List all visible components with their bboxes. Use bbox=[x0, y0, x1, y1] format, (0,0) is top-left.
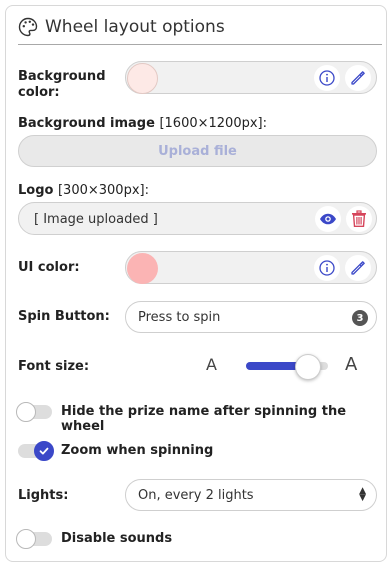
panel-header: Wheel layout options bbox=[18, 15, 382, 45]
disable-sounds-toggle-knob bbox=[16, 529, 36, 549]
font-size-label: Font size: bbox=[18, 359, 90, 374]
zoom-toggle-knob bbox=[34, 441, 54, 461]
background-color-edit-button[interactable] bbox=[345, 65, 371, 91]
hide-prize-label: Hide the prize name after spinning the w… bbox=[61, 404, 347, 434]
logo-label-text: Logo bbox=[18, 183, 54, 198]
logo-field: [ Image uploaded ] bbox=[18, 202, 377, 235]
ui-color-info-button[interactable] bbox=[314, 255, 340, 281]
spin-button-value: Press to spin bbox=[138, 310, 221, 325]
disable-sounds-toggle[interactable] bbox=[16, 529, 52, 549]
info-icon bbox=[319, 260, 335, 276]
zoom-toggle[interactable] bbox=[18, 441, 54, 461]
background-image-size-hint: [1600×1200px]: bbox=[159, 116, 267, 131]
hide-prize-toggle[interactable] bbox=[16, 402, 52, 422]
logo-preview-button[interactable] bbox=[315, 206, 341, 232]
background-color-info-button[interactable] bbox=[314, 65, 340, 91]
upload-file-button[interactable]: Upload file bbox=[18, 135, 377, 167]
logo-value: [ Image uploaded ] bbox=[34, 212, 158, 227]
palette-icon bbox=[18, 17, 38, 36]
eye-icon bbox=[320, 213, 336, 225]
lights-select[interactable]: On, every 2 lights ▲ ▼ bbox=[125, 479, 377, 511]
font-size-small-icon[interactable]: A bbox=[206, 355, 217, 374]
info-icon bbox=[319, 70, 335, 86]
wheel-layout-panel: Wheel layout options Background color: B… bbox=[5, 5, 387, 562]
check-icon bbox=[39, 447, 49, 455]
panel-title: Wheel layout options bbox=[45, 16, 225, 37]
background-color-field[interactable] bbox=[125, 61, 377, 94]
spin-button-input[interactable]: Press to spin 3 bbox=[125, 301, 377, 333]
disable-sounds-label: Disable sounds bbox=[61, 531, 173, 546]
spin-button-label: Spin Button: bbox=[18, 309, 110, 324]
spin-button-count-badge: 3 bbox=[352, 310, 368, 326]
logo-label: Logo [300×300px]: bbox=[18, 183, 149, 199]
lights-value: On, every 2 lights bbox=[138, 488, 254, 503]
font-size-slider-handle[interactable] bbox=[294, 354, 321, 380]
font-size-large-icon[interactable]: A bbox=[345, 354, 357, 375]
logo-delete-button[interactable] bbox=[346, 206, 372, 232]
trash-icon bbox=[352, 210, 366, 227]
pencil-icon bbox=[351, 71, 365, 85]
logo-size-hint: [300×300px]: bbox=[57, 183, 149, 198]
pencil-icon bbox=[351, 261, 365, 275]
background-color-swatch[interactable] bbox=[127, 63, 158, 94]
zoom-label: Zoom when spinning bbox=[61, 443, 214, 458]
ui-color-edit-button[interactable] bbox=[345, 255, 371, 281]
background-image-label-text: Background image bbox=[18, 116, 155, 131]
background-image-label: Background image [1600×1200px]: bbox=[18, 116, 267, 132]
ui-color-swatch[interactable] bbox=[127, 253, 158, 284]
hide-prize-toggle-knob bbox=[16, 402, 36, 422]
select-arrows-icon: ▲ ▼ bbox=[359, 486, 366, 503]
ui-color-label: UI color: bbox=[18, 260, 80, 275]
background-color-label: Background color: bbox=[18, 69, 106, 100]
ui-color-field[interactable] bbox=[125, 251, 377, 284]
lights-label: Lights: bbox=[18, 488, 69, 503]
